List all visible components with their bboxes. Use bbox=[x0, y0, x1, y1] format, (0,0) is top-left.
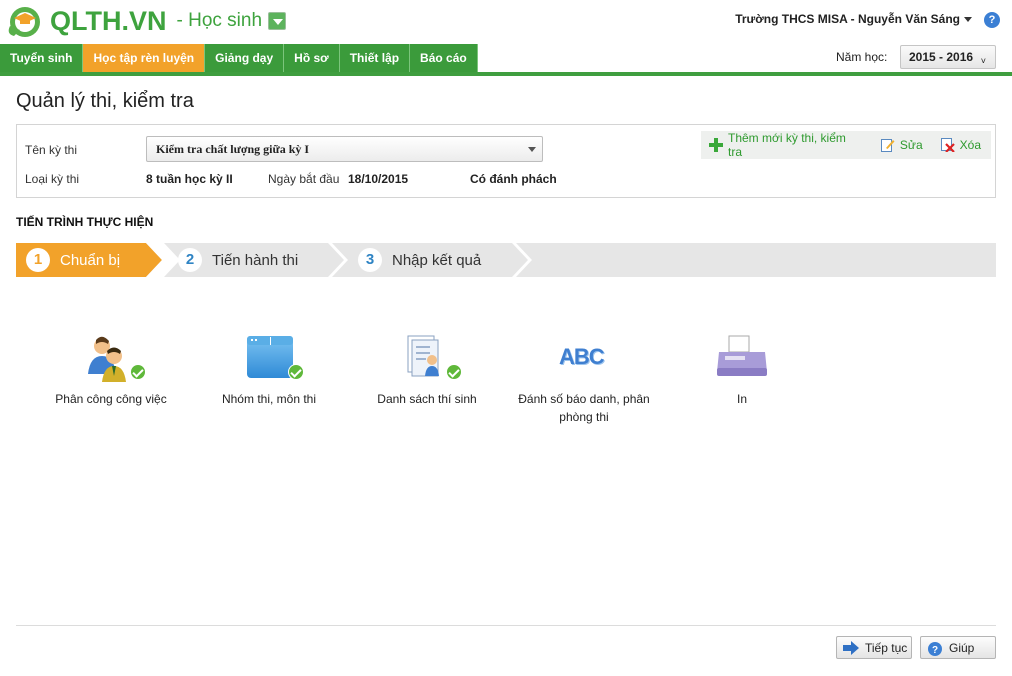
exam-name-select[interactable]: Kiểm tra chất lượng giữa kỳ I bbox=[146, 136, 543, 162]
help-icon: ? bbox=[927, 641, 943, 656]
start-date-value: 18/10/2015 bbox=[348, 172, 409, 186]
tool-assign-tasks-label: Phân công công việc bbox=[55, 392, 167, 406]
nav-tab-4[interactable]: Thiết lập bbox=[339, 44, 411, 72]
step-2-number: 2 bbox=[178, 248, 202, 272]
plus-icon bbox=[709, 138, 723, 152]
tool-candidate-list[interactable]: Danh sách thí sinh bbox=[366, 334, 488, 408]
exam-name-label: Tên kỳ thi bbox=[25, 143, 78, 157]
delete-exam-label: Xóa bbox=[959, 138, 981, 152]
progress-section-title: TIẾN TRÌNH THỰC HIỆN bbox=[16, 215, 154, 229]
exam-action-bar: Thêm mới kỳ thi, kiểm tra Sửa Xóa bbox=[701, 131, 991, 159]
school-year-value: 2015 - 2016 bbox=[909, 50, 974, 64]
step-2[interactable]: 2 Tiến hành thi bbox=[178, 248, 298, 272]
tool-print[interactable]: In bbox=[704, 334, 780, 408]
delete-icon bbox=[940, 138, 955, 153]
graduation-cap-logo-icon bbox=[4, 4, 48, 38]
help-label: Giúp bbox=[949, 640, 975, 655]
user-name: Trường THCS MISA - Nguyễn Văn Sáng bbox=[735, 12, 960, 26]
tool-numbering-label-line2: phòng thi bbox=[559, 410, 609, 424]
nav-tab-2[interactable]: Giảng dạy bbox=[205, 44, 285, 72]
user-menu[interactable]: Trường THCS MISA - Nguyễn Văn Sáng bbox=[735, 12, 972, 26]
edit-exam-button[interactable]: Sửa bbox=[880, 138, 923, 152]
delete-exam-button[interactable]: Xóa bbox=[940, 138, 981, 153]
step-2-label: Tiến hành thi bbox=[212, 251, 299, 269]
exam-option-value: Có đánh phách bbox=[470, 172, 557, 186]
continue-button[interactable]: Tiếp tục bbox=[836, 636, 912, 659]
caret-down-icon bbox=[964, 17, 972, 23]
step-1[interactable]: 1 Chuẩn bị bbox=[26, 248, 120, 272]
chevron-down-icon: ˅ bbox=[980, 56, 986, 66]
abc-icon: ABC bbox=[559, 344, 605, 369]
exam-name-value: Kiểm tra chất lượng giữa kỳ I bbox=[156, 142, 310, 156]
step-1-label: Chuẩn bị bbox=[60, 251, 121, 269]
school-year-select[interactable]: 2015 - 2016 ˅ bbox=[900, 45, 996, 69]
app-logo[interactable]: QLTH.VN - Học sinh bbox=[4, 4, 287, 38]
tool-assign-tasks[interactable]: Phân công công việc bbox=[50, 334, 172, 408]
step-3[interactable]: 3 Nhập kết quả bbox=[358, 248, 481, 272]
edit-icon bbox=[880, 138, 895, 152]
tool-candidate-list-label: Danh sách thí sinh bbox=[377, 392, 477, 406]
role-label: - Học sinh bbox=[176, 10, 263, 31]
step-3-number: 3 bbox=[358, 248, 382, 272]
edit-exam-label: Sửa bbox=[899, 138, 923, 152]
add-exam-button[interactable]: Thêm mới kỳ thi, kiểm tra bbox=[709, 131, 863, 159]
nav-tab-0[interactable]: Tuyển sinh bbox=[0, 44, 84, 72]
svg-text:?: ? bbox=[932, 645, 938, 656]
page-title: Quản lý thi, kiểm tra bbox=[16, 90, 194, 112]
logo-text: QLTH.VN bbox=[50, 5, 167, 36]
tool-exam-groups-label: Nhóm thi, môn thi bbox=[221, 392, 317, 406]
help-button[interactable]: ? Giúp bbox=[920, 636, 996, 659]
step-1-number: 1 bbox=[26, 248, 50, 272]
nav-tab-5[interactable]: Báo cáo bbox=[410, 44, 478, 72]
app-header: QLTH.VN - Học sinh Trường THCS MISA - Ng… bbox=[0, 0, 1012, 44]
completed-check-icon bbox=[446, 364, 462, 380]
progress-stepper: 1 Chuẩn bị 2 Tiến hành thi 3 Nhập kết qu… bbox=[16, 243, 996, 277]
arrow-right-icon bbox=[843, 640, 859, 655]
tool-exam-groups[interactable]: Nhóm thi, môn thi bbox=[208, 334, 330, 408]
tool-print-label: In bbox=[736, 392, 747, 406]
printer-icon bbox=[717, 335, 767, 376]
tool-numbering-rooms[interactable]: ABC Đánh số báo danh, phân phòng thi bbox=[510, 334, 658, 426]
chevron-down-icon bbox=[528, 147, 536, 152]
tool-numbering-rooms-label: Đánh số báo danh, phân phòng thi bbox=[510, 390, 658, 426]
role-dropdown-button[interactable] bbox=[268, 12, 287, 30]
nav-tab-3[interactable]: Hồ sơ bbox=[284, 44, 340, 72]
nav-underline bbox=[0, 72, 1012, 76]
tool-numbering-label-line1: Đánh số báo danh, phân bbox=[518, 392, 650, 406]
exam-type-label: Loại kỳ thi bbox=[25, 172, 80, 186]
school-year-label: Năm học: bbox=[836, 50, 888, 64]
exam-info-panel: Tên kỳ thi Kiểm tra chất lượng giữa kỳ I… bbox=[16, 124, 996, 198]
help-icon[interactable]: ? bbox=[984, 12, 1000, 28]
continue-label: Tiếp tục bbox=[865, 640, 908, 655]
step-3-label: Nhập kết quả bbox=[392, 251, 482, 269]
completed-check-icon bbox=[288, 364, 304, 380]
exam-type-value: 8 tuần học kỳ II bbox=[146, 172, 233, 186]
completed-check-icon bbox=[130, 364, 146, 380]
add-exam-label: Thêm mới kỳ thi, kiểm tra bbox=[728, 131, 846, 159]
main-nav-tabs: Tuyển sinh Học tập rèn luyện Giảng dạy Hồ s… bbox=[0, 44, 478, 72]
start-date-label: Ngày bắt đầu bbox=[268, 172, 340, 186]
footer-divider bbox=[16, 625, 996, 626]
nav-tab-1[interactable]: Học tập rèn luyện bbox=[83, 44, 206, 72]
